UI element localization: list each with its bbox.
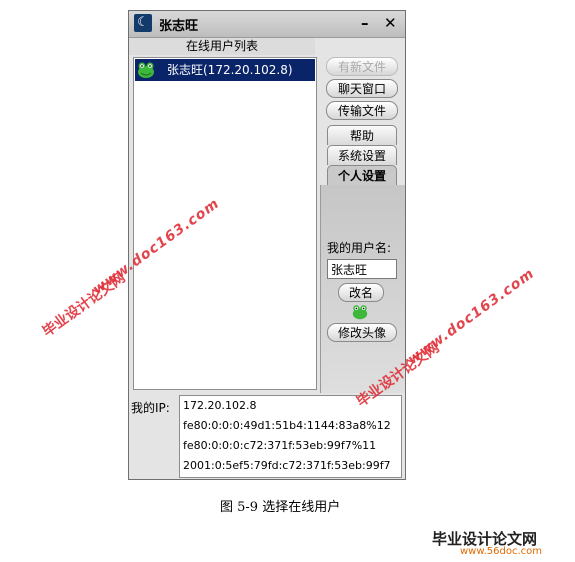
- tab-system-settings[interactable]: 系统设置: [327, 145, 397, 165]
- site-logo-url: www.56doc.com: [460, 546, 543, 557]
- window-title: 张志旺: [159, 19, 199, 34]
- close-button[interactable]: ✕: [384, 14, 397, 32]
- watermark-url: www.doc163.com: [405, 265, 538, 368]
- tab-personal-settings[interactable]: 个人设置: [327, 165, 397, 185]
- frog-avatar-icon: [138, 62, 154, 78]
- user-list-item[interactable]: 张志旺(172.20.102.8): [135, 59, 315, 81]
- change-avatar-button[interactable]: 修改头像: [327, 323, 397, 342]
- new-file-button[interactable]: 有新文件: [326, 57, 398, 76]
- ip-address: fe80:0:0:0:49d1:51b4:1144:83a8%12: [183, 419, 391, 432]
- ip-label: 我的IP:: [131, 401, 170, 415]
- minimize-button[interactable]: –: [361, 14, 369, 32]
- frog-avatar-icon: [352, 305, 368, 320]
- chat-window-button[interactable]: 聊天窗口: [326, 79, 398, 98]
- app-logo-icon: ☾: [134, 14, 152, 32]
- personal-settings-panel: 我的用户名: 张志旺 改名 修改头像: [320, 185, 405, 393]
- username-label: 我的用户名:: [327, 241, 392, 255]
- username-field[interactable]: 张志旺: [327, 259, 397, 279]
- rename-button[interactable]: 改名: [338, 283, 384, 302]
- user-list-header: 在线用户列表: [129, 38, 315, 55]
- tab-help[interactable]: 帮助: [327, 125, 397, 145]
- ip-address: 2001:0:5ef5:79fd:c72:371f:53eb:99f7: [183, 459, 391, 472]
- title-bar[interactable]: ☾ 张志旺 – ✕: [129, 11, 405, 38]
- figure-caption: 图 5-9 选择在线用户: [220, 500, 341, 515]
- online-user-list[interactable]: 张志旺(172.20.102.8): [133, 57, 317, 390]
- transfer-file-button[interactable]: 传输文件: [326, 101, 398, 120]
- user-list-item-label: 张志旺(172.20.102.8): [167, 63, 293, 77]
- ip-address: fe80:0:0:0:c72:371f:53eb:99f7%11: [183, 439, 377, 452]
- ip-address: 172.20.102.8: [183, 399, 257, 412]
